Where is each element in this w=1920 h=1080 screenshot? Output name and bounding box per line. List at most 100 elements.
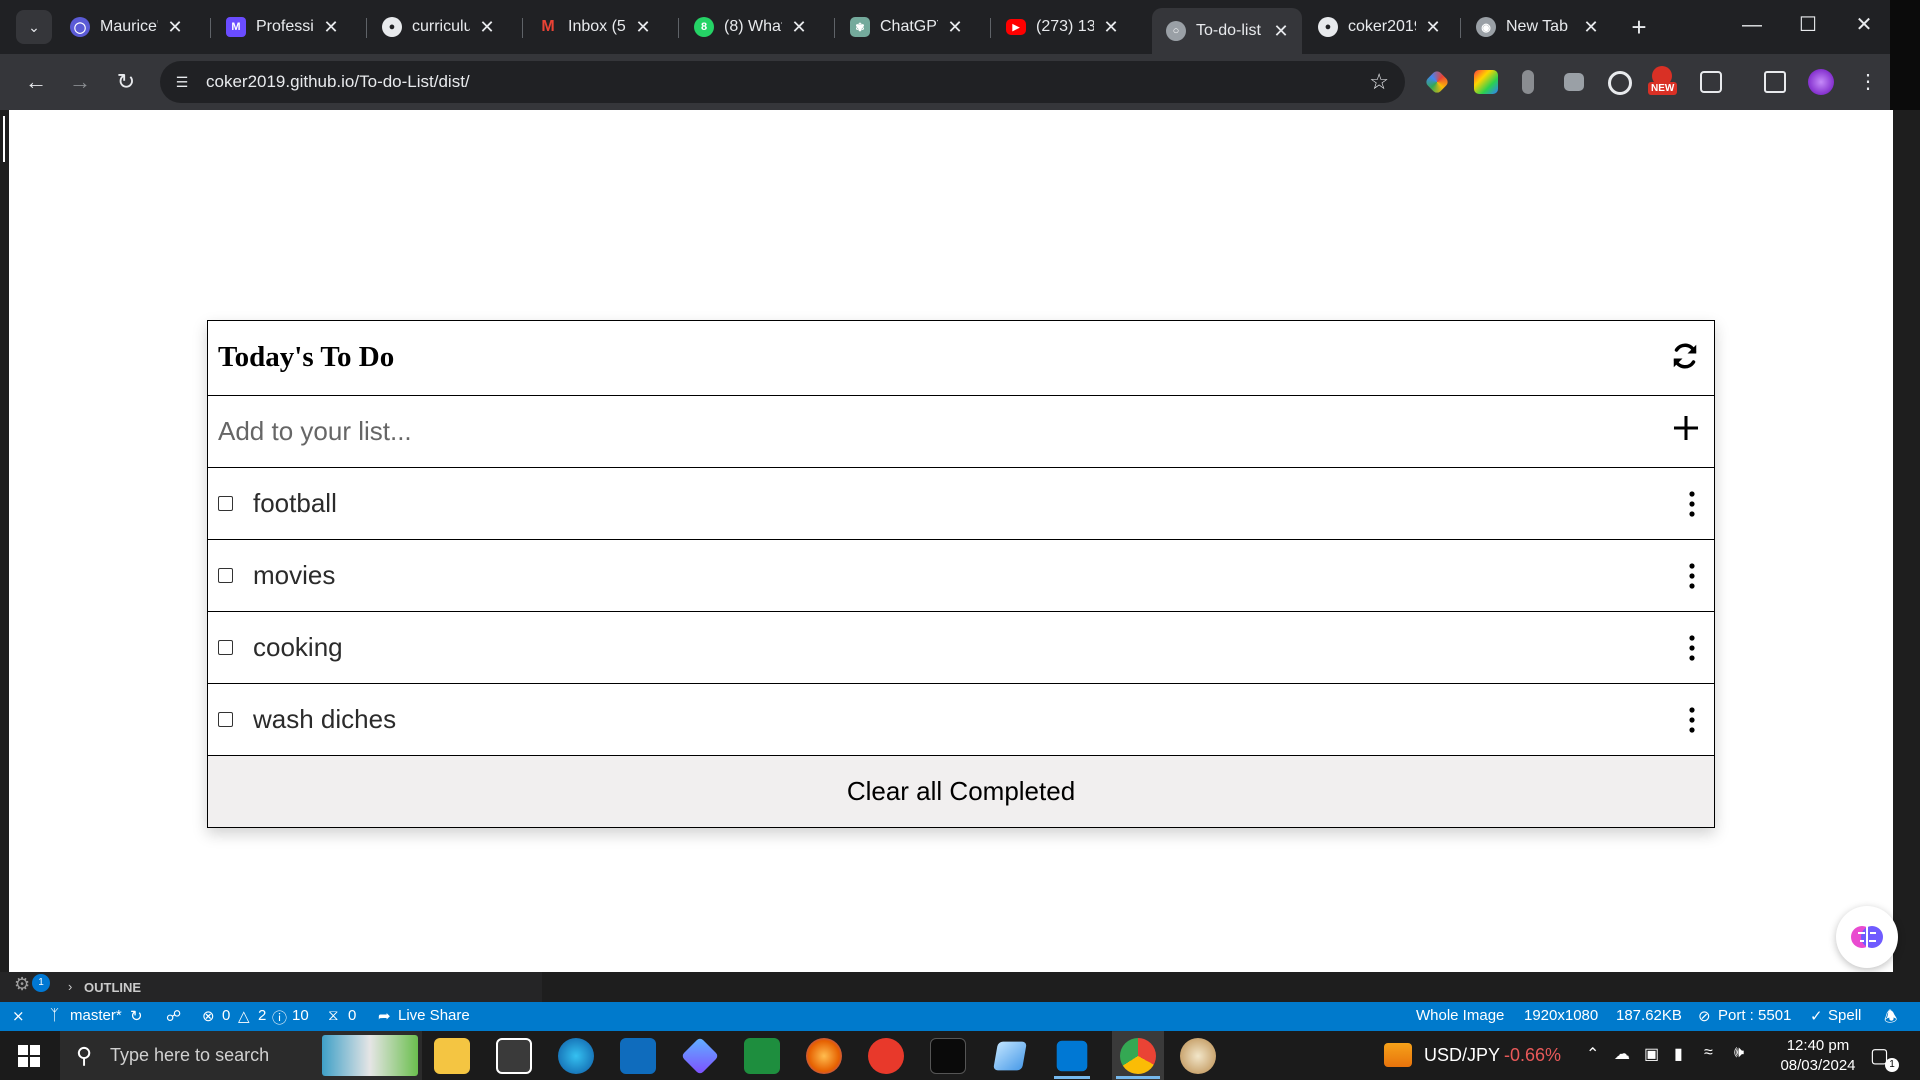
store-icon[interactable] (496, 1038, 532, 1074)
wps-office-icon[interactable] (868, 1038, 904, 1074)
notepad-icon[interactable] (993, 1041, 1027, 1071)
back-button[interactable]: ← (20, 66, 52, 98)
close-icon[interactable]: ✕ (166, 17, 184, 38)
info-icon[interactable]: ⓘ (272, 1007, 287, 1028)
task-checkbox[interactable] (218, 712, 233, 727)
new-tab-button[interactable]: + (1624, 12, 1654, 43)
ticker-label[interactable]: USD/JPY (1424, 1045, 1500, 1066)
reload-button[interactable]: ↻ (110, 66, 142, 98)
info-count[interactable]: 10 (292, 1007, 309, 1024)
remote-icon[interactable]: ⨯ (12, 1007, 25, 1025)
tab-profession[interactable]: M Profession ✕ (212, 8, 352, 46)
tab-new-tab[interactable]: ◉ New Tab ✕ (1462, 8, 1612, 46)
task-checkbox[interactable] (218, 640, 233, 655)
avatar[interactable] (1808, 69, 1834, 95)
tab-coker2019[interactable]: ● coker2019 ✕ (1304, 8, 1454, 46)
close-icon[interactable]: ✕ (1582, 17, 1600, 38)
refresh-icon[interactable] (1670, 341, 1700, 371)
branch-name[interactable]: master* (70, 1007, 122, 1024)
ticker-value[interactable]: -0.66% (1504, 1045, 1561, 1066)
chrome-icon[interactable] (1120, 1038, 1156, 1074)
close-icon[interactable]: ✕ (322, 17, 340, 38)
wifi-icon[interactable]: ≈ (1704, 1044, 1713, 1062)
task-label[interactable]: football (253, 488, 337, 519)
task-checkbox[interactable] (218, 568, 233, 583)
close-icon[interactable]: ✕ (1102, 17, 1120, 38)
tab-whatsapp[interactable]: 8 (8) Whats ✕ (680, 8, 820, 46)
file-explorer-icon[interactable] (434, 1038, 470, 1074)
maximize-button[interactable]: ☐ (1788, 10, 1828, 40)
side-panel-icon[interactable] (1764, 71, 1786, 93)
tab-maurice[interactable]: ◯ Maurice's ✕ (56, 8, 196, 46)
source-control-icon[interactable]: ☍ (166, 1007, 181, 1025)
spell-button[interactable]: Spell (1828, 1007, 1861, 1024)
battery-icon[interactable]: ▮ (1674, 1044, 1683, 1064)
live-share-icon[interactable]: ➦ (378, 1007, 391, 1025)
copy-extension-icon[interactable] (1564, 73, 1584, 91)
clear-completed-button[interactable]: Clear all Completed (208, 756, 1714, 827)
ports-icon[interactable]: ⧖ (328, 1007, 339, 1024)
puzzle-icon[interactable] (1700, 71, 1722, 93)
plus-icon[interactable] (1672, 414, 1700, 442)
close-window-button[interactable]: ✕ (1844, 10, 1884, 40)
close-icon[interactable]: ✕ (478, 17, 496, 38)
outline-panel-header[interactable]: › OUTLINE ⚙ (0, 972, 542, 1002)
taskbar-search[interactable]: ⚲ Type here to search (60, 1031, 422, 1080)
assistant-brain-button[interactable] (1836, 906, 1898, 968)
onedrive-icon[interactable]: ☁ (1614, 1044, 1630, 1064)
extension-icon[interactable] (1522, 70, 1534, 94)
chevron-up-icon[interactable]: ⌃ (1586, 1044, 1599, 1064)
tab-chatgpt[interactable]: ✾ ChatGPT ✕ (836, 8, 976, 46)
star-icon[interactable]: ☆ (1369, 69, 1389, 95)
errors-count[interactable]: 0 (222, 1007, 230, 1024)
tab-to-do-list[interactable]: ○ To-do-list ✕ (1152, 8, 1302, 54)
volume-icon[interactable]: 🕪 (1734, 1044, 1744, 1062)
warning-icon[interactable]: △ (238, 1007, 250, 1025)
tab-curriculum[interactable]: ● curriculum ✕ (368, 8, 508, 46)
more-vertical-icon[interactable] (1688, 634, 1696, 662)
tab-youtube[interactable]: ▶ (273) 13 | ✕ (992, 8, 1132, 46)
minimize-button[interactable]: — (1732, 10, 1772, 40)
freecodecamp-icon[interactable] (930, 1038, 966, 1074)
paint-icon[interactable] (1180, 1038, 1216, 1074)
mail-icon[interactable] (620, 1038, 656, 1074)
vscode-icon[interactable] (1056, 1040, 1088, 1072)
close-icon[interactable]: ✕ (1272, 21, 1290, 42)
close-icon[interactable]: ✕ (1424, 17, 1442, 38)
tab-search-button[interactable]: ⌄ (16, 10, 52, 44)
url-text[interactable]: coker2019.github.io/To-do-List/dist/ (206, 72, 470, 92)
color-extension-icon[interactable] (1424, 69, 1450, 95)
task-label[interactable]: movies (253, 560, 335, 591)
clock-time[interactable]: 12:40 pm (1776, 1037, 1860, 1054)
branch-icon[interactable]: ᛉ (50, 1007, 59, 1024)
whole-image-label[interactable]: Whole Image (1416, 1007, 1504, 1024)
error-icon[interactable]: ⊗ (202, 1007, 215, 1025)
money-app-icon[interactable] (744, 1038, 780, 1074)
close-icon[interactable]: ✕ (946, 17, 964, 38)
more-vertical-icon[interactable] (1688, 562, 1696, 590)
display-icon[interactable]: ▣ (1644, 1044, 1659, 1064)
port-icon[interactable]: ⊘ (1698, 1007, 1711, 1025)
check-icon[interactable]: ✓ (1810, 1007, 1823, 1025)
image-dimensions[interactable]: 1920x1080 (1524, 1007, 1598, 1024)
firefox-icon[interactable] (806, 1038, 842, 1074)
clock-date[interactable]: 08/03/2024 (1766, 1057, 1870, 1074)
task-checkbox[interactable] (218, 496, 233, 511)
warnings-count[interactable]: 2 (258, 1007, 266, 1024)
close-icon[interactable]: ✕ (634, 17, 652, 38)
task-label[interactable]: cooking (253, 632, 343, 663)
tab-inbox[interactable]: M Inbox (5,8 ✕ (524, 8, 664, 46)
bell-icon[interactable]: 🕭 (1884, 1007, 1897, 1032)
image-file-size[interactable]: 187.62KB (1616, 1007, 1682, 1024)
close-icon[interactable]: ✕ (790, 17, 808, 38)
sync-icon[interactable]: ↻ (130, 1007, 143, 1025)
ports-count[interactable]: 0 (348, 1007, 356, 1024)
edge-icon[interactable] (558, 1038, 594, 1074)
more-vertical-icon[interactable] (1688, 490, 1696, 518)
site-info-icon[interactable]: ☰ (172, 72, 192, 92)
task-label[interactable]: wash diches (253, 704, 396, 735)
more-vertical-icon[interactable] (1688, 706, 1696, 734)
copilot-icon[interactable] (680, 1036, 720, 1076)
palette-extension-icon[interactable] (1474, 70, 1498, 94)
windows-start-icon[interactable] (18, 1045, 40, 1067)
